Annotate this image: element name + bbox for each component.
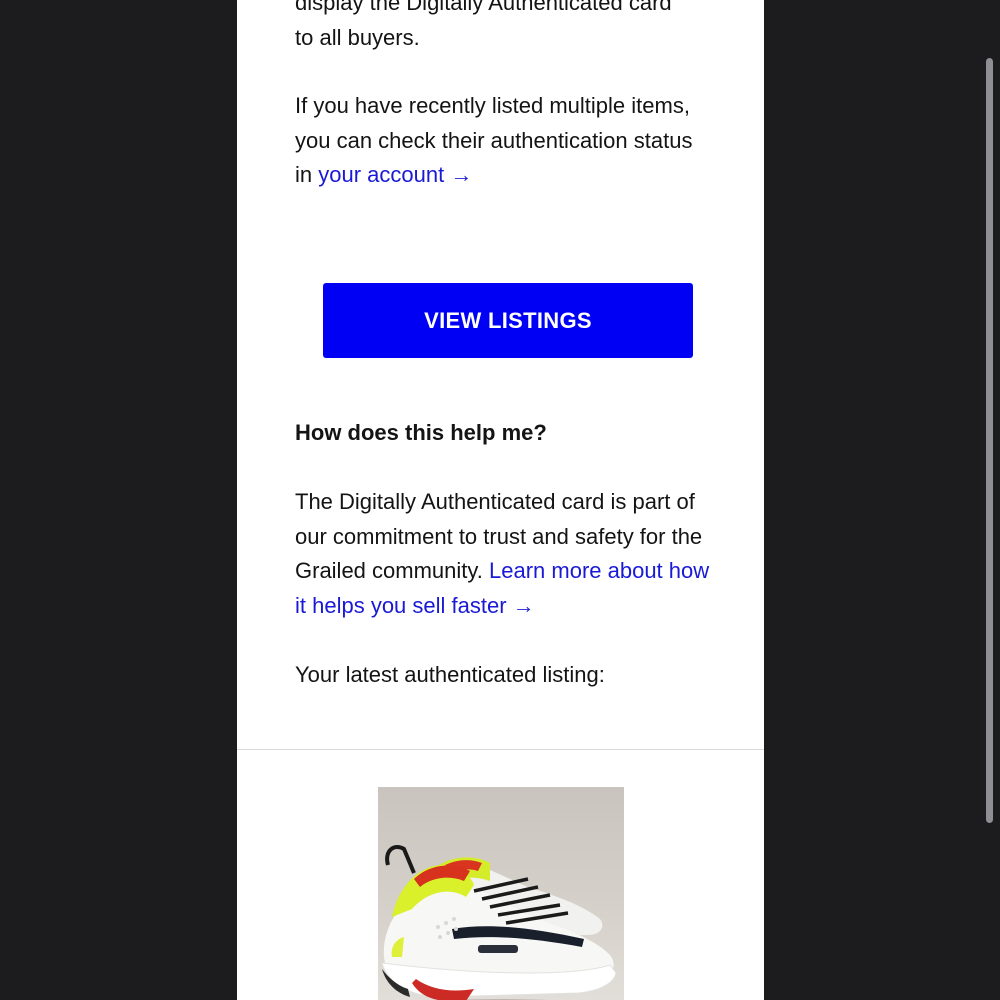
email-body: display the Digitally Authenticated card… [237,0,764,1000]
view-listings-button[interactable]: VIEW LISTINGS [323,283,693,358]
sneaker-photo[interactable] [378,787,624,1000]
listing-section [237,750,764,1000]
authentication-card-paragraph: display the Digitally Authenticated card… [295,0,715,55]
mail-viewport: display the Digitally Authenticated card… [0,0,1000,1000]
multiple-items-paragraph: If you have recently listed multiple ite… [295,89,715,193]
help-heading: How does this help me? [295,420,547,445]
help-paragraph: The Digitally Authenticated card is part… [295,485,715,623]
paragraph-line-1: display the Digitally Authenticated card [295,0,672,15]
scrollbar[interactable] [986,58,993,823]
sneaker-illustration [381,845,617,1000]
paragraph-line-2: to all buyers. [295,24,420,50]
latest-listing-label: Your latest authenticated listing: [295,662,605,687]
your-account-link[interactable]: your account → [318,162,472,187]
